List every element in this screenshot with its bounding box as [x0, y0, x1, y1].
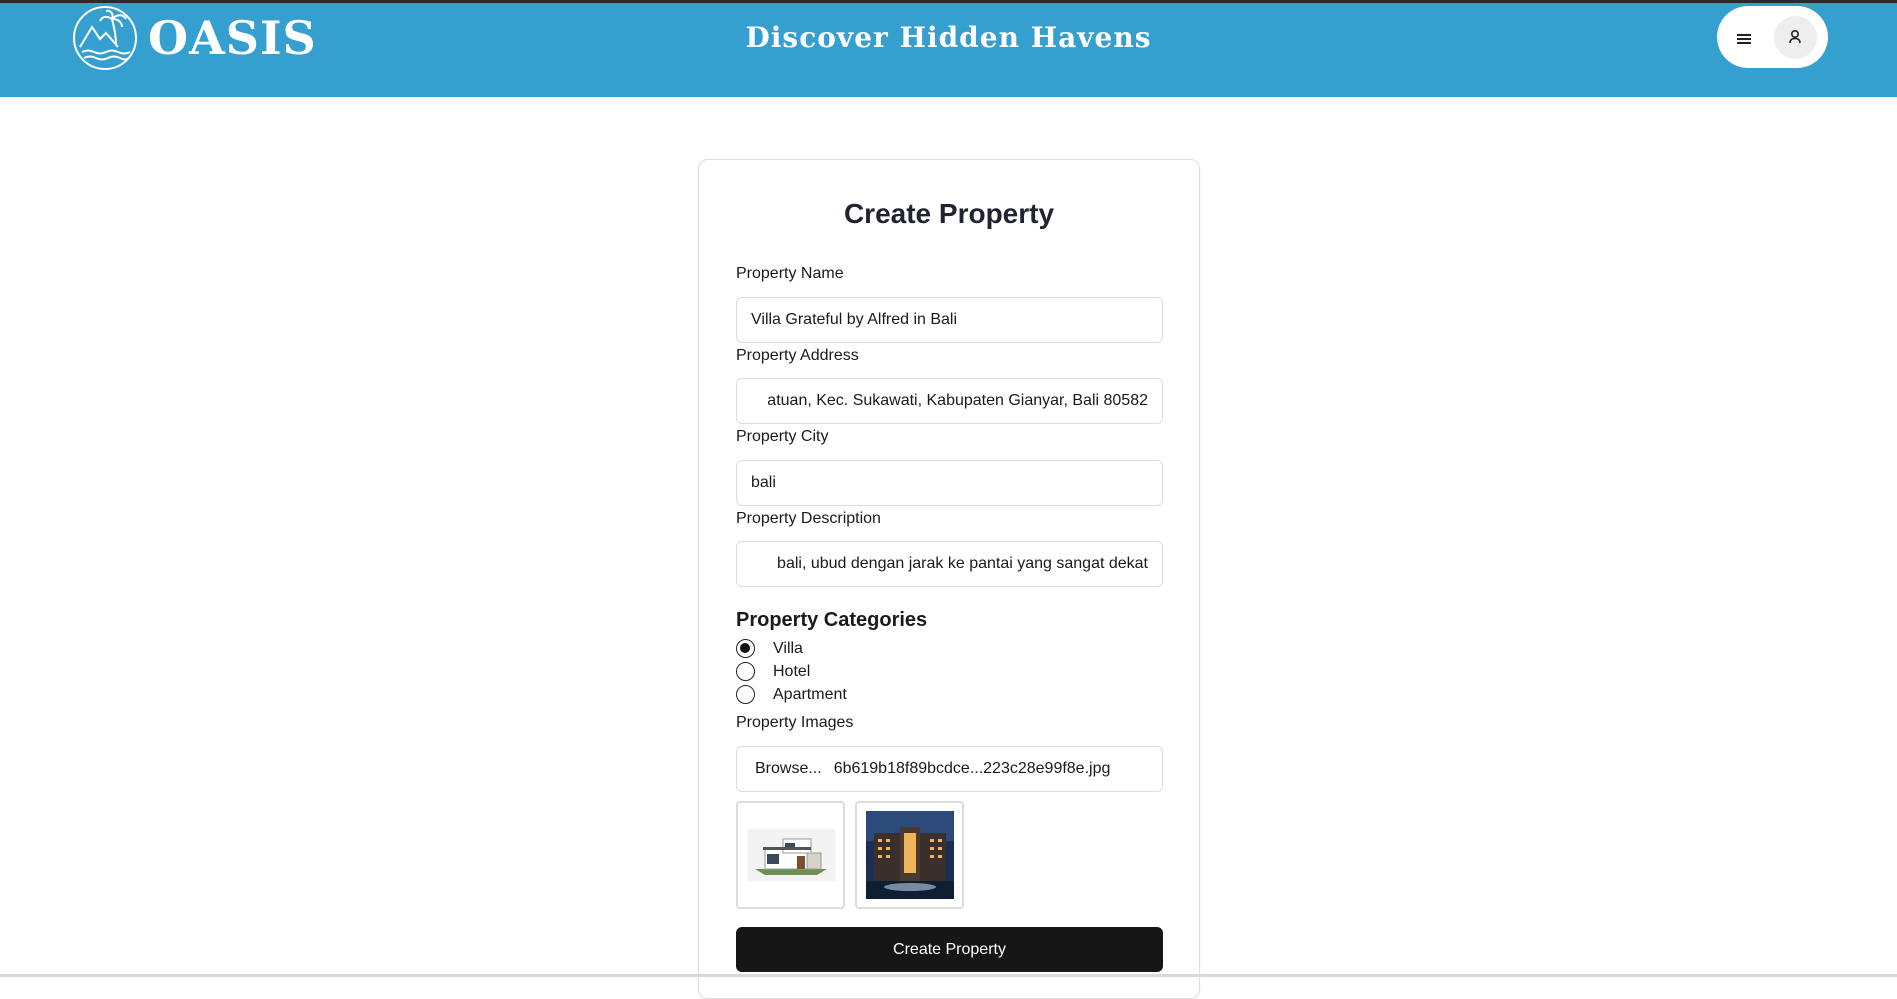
- villa-radio[interactable]: [736, 639, 755, 658]
- site-header: OASIS Discover Hidden Havens: [0, 3, 1897, 97]
- property-images-label: Property Images: [736, 714, 854, 731]
- category-option-villa[interactable]: Villa: [736, 639, 803, 658]
- browse-button[interactable]: Browse...: [755, 760, 822, 778]
- property-name-input[interactable]: Villa Grateful by Alfred in Bali: [736, 297, 1163, 343]
- modern-villa-image: [746, 829, 835, 881]
- property-address-label: Property Address: [736, 347, 859, 364]
- property-city-label: Property City: [736, 428, 829, 445]
- hotel-radio-label: Hotel: [773, 662, 811, 680]
- apartment-radio-label: Apartment: [773, 685, 847, 703]
- menu-icon: [1737, 34, 1751, 44]
- hotel-radio[interactable]: [736, 662, 755, 681]
- category-option-apartment[interactable]: Apartment: [736, 685, 847, 704]
- villa-radio-label: Villa: [773, 639, 803, 657]
- site-tagline: Discover Hidden Havens: [745, 21, 1152, 54]
- property-description-label: Property Description: [736, 510, 881, 527]
- create-property-card: Create Property Property Name Villa Grat…: [698, 159, 1200, 999]
- property-name-label: Property Name: [736, 265, 844, 282]
- selected-file-name: 6b619b18f89bcdce...223c28e99f8e.jpg: [833, 760, 1111, 777]
- user-menu-button[interactable]: [1717, 6, 1828, 68]
- page-title: Create Property: [843, 198, 1055, 229]
- apartment-radio[interactable]: [736, 685, 755, 704]
- avatar: [1774, 16, 1817, 59]
- property-city-input[interactable]: bali: [736, 460, 1163, 506]
- user-icon: [1789, 29, 1801, 44]
- property-address-input[interactable]: atuan, Kec. Sukawati, Kabupaten Gianyar,…: [736, 378, 1163, 424]
- hotel-night-image: [865, 811, 954, 899]
- image-file-input[interactable]: Browse... 6b619b18f89bcdce...223c28e99f8…: [736, 746, 1163, 792]
- categories-heading: Property Categories: [736, 609, 928, 631]
- create-property-button[interactable]: Create Property: [736, 927, 1163, 972]
- image-preview: [855, 801, 964, 909]
- property-description-input[interactable]: bali, ubud dengan jarak ke pantai yang s…: [736, 541, 1163, 587]
- image-preview: [736, 801, 845, 909]
- category-option-hotel[interactable]: Hotel: [736, 662, 810, 681]
- image-preview-list: [736, 801, 974, 909]
